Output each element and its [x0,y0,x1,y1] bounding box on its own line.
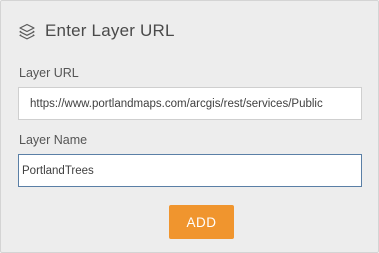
layer-url-input[interactable] [18,87,362,120]
panel-header: Enter Layer URL [18,19,175,43]
layer-name-input[interactable] [18,154,362,187]
layers-icon [18,22,36,40]
add-button[interactable]: ADD [169,205,234,239]
layer-url-label: Layer URL [19,66,79,80]
dialog-title: Enter Layer URL [45,21,175,40]
layer-name-label: Layer Name [19,133,88,147]
enter-layer-url-panel: Enter Layer URL Layer URL Layer Name ADD [0,0,379,253]
